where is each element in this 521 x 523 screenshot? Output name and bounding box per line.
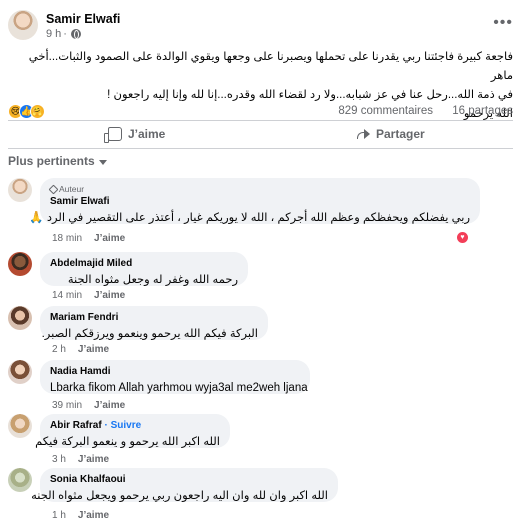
more-horizontal-icon[interactable]: ••• <box>493 14 513 32</box>
share-button-label: Partager <box>376 127 425 141</box>
comment-like-button[interactable]: J’aime <box>94 233 125 244</box>
like-button-label: J’aime <box>128 127 166 141</box>
comment-item: Sonia Khalfaoui الله اكبر وان لله وان ال… <box>8 468 513 523</box>
comment-like-button[interactable]: J’aime <box>78 454 109 465</box>
comment-author[interactable]: Nadia Hamdi <box>50 366 300 377</box>
comment-bubble: Auteur Samir Elwafi ربي يفضلكم ويحفظكم و… <box>29 178 480 224</box>
comment-text: الله اكبر وان لله وان اليه راجعون ربي ير… <box>31 490 328 502</box>
follow-separator: · <box>101 420 111 431</box>
comment-meta: 1 h J’aime <box>52 510 109 521</box>
comment-item: Auteur Samir Elwafi ربي يفضلكم ويحفظكم و… <box>8 178 513 244</box>
post-text-line: في ذمة الله...رحل عنا في عز شبابه...ولا … <box>107 89 513 101</box>
comment-author[interactable]: Samir Elwafi <box>50 196 470 207</box>
comment-text: البركة فيكم الله يرحمو وينعمو ويرزقكم ال… <box>41 328 258 340</box>
divider <box>8 148 513 149</box>
avatar[interactable] <box>8 468 32 492</box>
comment-time[interactable]: 2 h <box>52 344 66 355</box>
author-badge-label: Auteur <box>59 184 85 194</box>
avatar[interactable] <box>8 414 32 438</box>
time-separator: · <box>63 28 67 40</box>
comment-time[interactable]: 18 min <box>52 233 82 244</box>
shares-count[interactable]: 16 partages <box>452 105 513 117</box>
comment-author[interactable]: Sonia Khalfaoui <box>50 474 328 485</box>
avatar[interactable] <box>8 252 32 276</box>
chevron-down-icon <box>98 159 107 165</box>
avatar[interactable] <box>8 360 32 384</box>
like-button[interactable]: J’aime <box>104 123 166 145</box>
avatar[interactable] <box>8 178 32 202</box>
post-time[interactable]: 9 h <box>46 28 61 40</box>
thumbs-up-icon <box>104 127 122 143</box>
comment-bubble: Sonia Khalfaoui الله اكبر وان لله وان ال… <box>31 468 338 502</box>
post-text-line: فاجعة كبيرة فاجئتنا ربي يقدرنا على تحمله… <box>28 51 513 82</box>
comment-text: رحمه الله وغفر له وجعل مثواه الجنة <box>67 274 238 286</box>
post-author-name[interactable]: Samir Elwafi <box>46 12 120 26</box>
comment-author[interactable]: Mariam Fendri <box>50 312 258 323</box>
love-reaction-icon[interactable]: ♥ <box>456 231 469 244</box>
comment-time[interactable]: 39 min <box>52 400 82 411</box>
comment-time[interactable]: 3 h <box>52 454 66 465</box>
comment-text: ربي يفضلكم ويحفظكم وعظم الله أجركم ، الل… <box>29 212 470 224</box>
pencil-icon <box>48 184 59 194</box>
comment-like-button[interactable]: J’aime <box>78 344 109 355</box>
divider <box>8 120 513 121</box>
comment-like-button[interactable]: J’aime <box>78 510 109 521</box>
comment-bubble: Abir Rafraf · Suivre الله اكبر الله يرحم… <box>35 414 230 448</box>
comment-author[interactable]: Abdelmajid Miled <box>50 258 238 269</box>
comment-meta: 39 min J’aime <box>52 400 125 411</box>
comment-author[interactable]: Abir Rafraf <box>50 420 102 431</box>
author-badge: Auteur <box>48 184 470 194</box>
comment-item: Abdelmajid Miled رحمه الله وغفر له وجعل … <box>8 252 513 302</box>
comment-author-row: Abir Rafraf · Suivre <box>50 420 220 431</box>
comment-item: Mariam Fendri البركة فيكم الله يرحمو وين… <box>8 306 513 356</box>
comment-meta: 18 min J’aime <box>52 233 125 244</box>
post-meta: 9 h · <box>46 28 81 40</box>
comment-like-button[interactable]: J’aime <box>94 290 125 301</box>
comment-meta: 14 min J’aime <box>52 290 125 301</box>
comment-item: Nadia Hamdi Lbarka fikom Allah yarhmou w… <box>8 360 513 411</box>
comment-bubble: Mariam Fendri البركة فيكم الله يرحمو وين… <box>40 306 268 340</box>
share-button[interactable]: Partager <box>356 123 425 145</box>
comment-bubble: Abdelmajid Miled رحمه الله وغفر له وجعل … <box>40 252 248 286</box>
avatar[interactable] <box>8 10 38 40</box>
comments-count[interactable]: 829 commentaires <box>338 105 433 117</box>
comment-sort-dropdown[interactable]: Plus pertinents <box>8 154 107 168</box>
globe-icon <box>70 29 81 39</box>
comment-meta: 2 h J’aime <box>52 344 109 355</box>
comment-like-button[interactable]: J’aime <box>94 400 125 411</box>
comment-item: Abir Rafraf · Suivre الله اكبر الله يرحم… <box>8 414 513 465</box>
sort-label: Plus pertinents <box>8 154 95 168</box>
care-reaction-icon: 🤗 <box>30 104 45 119</box>
reaction-summary[interactable]: 😢 👍 🤗 <box>8 104 45 119</box>
follow-link[interactable]: Suivre <box>111 420 142 431</box>
comment-time[interactable]: 14 min <box>52 290 82 301</box>
comment-bubble: Nadia Hamdi Lbarka fikom Allah yarhmou w… <box>40 360 310 394</box>
avatar[interactable] <box>8 306 32 330</box>
share-icon <box>356 128 370 140</box>
comment-time[interactable]: 1 h <box>52 510 66 521</box>
comment-text: الله اكبر الله يرحمو و ينعمو البركة فيكم <box>35 436 220 448</box>
comment-meta: 3 h J’aime <box>52 454 109 465</box>
comment-text: Lbarka fikom Allah yarhmou wyja3al me2we… <box>50 382 308 394</box>
post-header: Samir Elwafi 9 h · ••• <box>8 10 513 44</box>
